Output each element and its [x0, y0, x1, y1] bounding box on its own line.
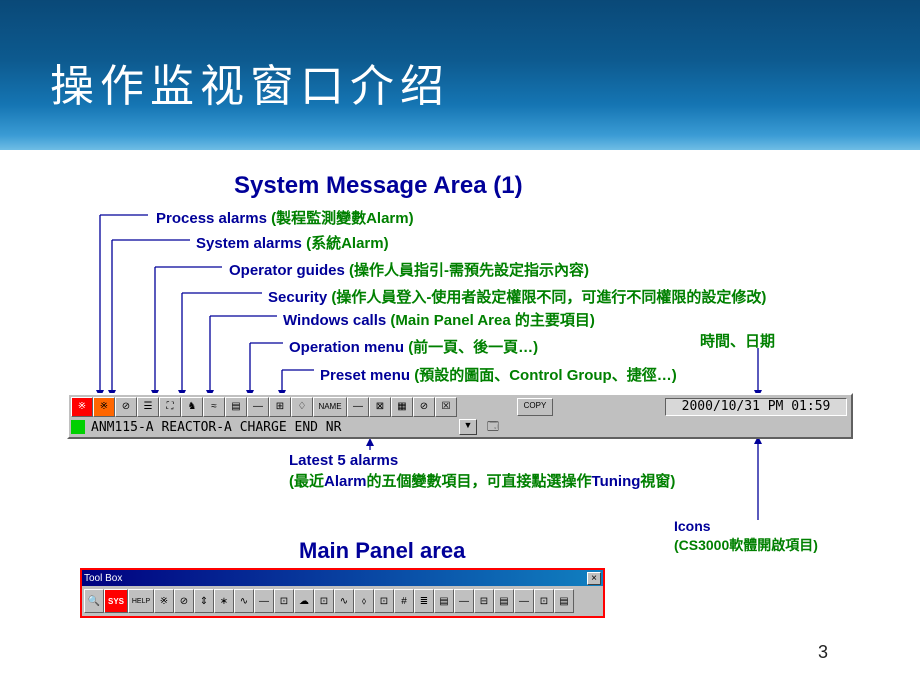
toolbar-icon[interactable]: ☒: [435, 397, 457, 417]
toolbar-icon[interactable]: —: [347, 397, 369, 417]
alarm-dropdown-button[interactable]: ▼: [459, 419, 477, 435]
toolbar-icon[interactable]: ⊘: [413, 397, 435, 417]
alarm-text: ANM115-A REACTOR-A CHARGE END NR: [89, 420, 439, 435]
toolbox-icon[interactable]: ∿: [334, 589, 354, 613]
toolbar-icon-row: ※ ※ ⊘ ☰ ⛶ ♞ ≈ ▤ — ⊞ ♢ NAME — ⊠ ▦ ⊘ ☒ COP…: [69, 395, 851, 417]
toolbox-icon[interactable]: ※: [154, 589, 174, 613]
toolbar-icon[interactable]: ⊠: [369, 397, 391, 417]
section-title-system-message: System Message Area (1): [234, 172, 523, 200]
alarm-status-light: [71, 420, 85, 434]
toolbox-icon[interactable]: ∿: [234, 589, 254, 613]
system-message-toolbar: ※ ※ ⊘ ☰ ⛶ ♞ ≈ ▤ — ⊞ ♢ NAME — ⊠ ▦ ⊘ ☒ COP…: [67, 393, 853, 439]
callout-operator-guides: Operator guides (操作人員指引-需預先設定指示內容): [229, 259, 589, 280]
toolbox-icon[interactable]: ▤: [494, 589, 514, 613]
callout-preset-menu: Preset menu (預設的圖面、Control Group、捷徑…): [320, 364, 677, 385]
toolbox-icon[interactable]: ⊡: [274, 589, 294, 613]
callout-operation-menu: Operation menu (前一頁、後一頁…): [289, 336, 538, 357]
toolbox-icon[interactable]: ⊡: [314, 589, 334, 613]
page-number: 3: [818, 642, 828, 663]
callout-security: Security (操作人員登入-使用者設定權限不同，可進行不同權限的設定修改): [268, 286, 766, 307]
help-button[interactable]: HELP: [128, 589, 154, 613]
process-alarm-icon[interactable]: ※: [71, 397, 93, 417]
windows-calls-icon[interactable]: ⛶: [159, 397, 181, 417]
toolbox-titlebar[interactable]: Tool Box ×: [82, 570, 603, 586]
toolbox-icon[interactable]: ⊡: [534, 589, 554, 613]
operation-menu-icon[interactable]: —: [247, 397, 269, 417]
toolbox-icon[interactable]: #: [394, 589, 414, 613]
icons-note: Icons (CS3000軟體開啟項目): [674, 517, 818, 555]
close-button[interactable]: ×: [587, 572, 601, 585]
datetime-display: 2000/10/31 PM 01:59: [665, 398, 847, 416]
name-button[interactable]: NAME: [313, 397, 347, 417]
toolbar-icon[interactable]: ♞: [181, 397, 203, 417]
callout-windows-calls: Windows calls (Main Panel Area 的主要項目): [283, 309, 595, 330]
toolbox-title: Tool Box: [84, 573, 587, 584]
toolbox-icon[interactable]: ⊘: [174, 589, 194, 613]
slide-title: 操作监视窗口介绍: [50, 50, 920, 114]
toolbox-icon[interactable]: ▤: [554, 589, 574, 613]
latest-alarms-note: Latest 5 alarms (最近Alarm的五個變數項目，可直接點選操作T…: [289, 450, 675, 492]
slide-header: 操作监视窗口介绍: [0, 0, 920, 150]
operator-guide-icon[interactable]: ⊘: [115, 397, 137, 417]
toolbox-icon[interactable]: ≣: [414, 589, 434, 613]
callout-process-alarms: Process alarms (製程監測變數Alarm): [156, 207, 414, 228]
search-icon[interactable]: 🔍: [84, 589, 104, 613]
toolbox-icon[interactable]: ∗: [214, 589, 234, 613]
section-title-main-panel: Main Panel area: [299, 538, 465, 564]
toolbar-icon[interactable]: ♢: [291, 397, 313, 417]
launch-icon[interactable]: 🗔: [483, 419, 503, 435]
sys-button[interactable]: SYS: [104, 589, 128, 613]
toolbox-window: Tool Box × 🔍 SYS HELP ※ ⊘ ⇕ ∗ ∿ — ⊡ ☁ ⊡ …: [80, 568, 605, 618]
toolbox-icon[interactable]: ▤: [434, 589, 454, 613]
latest-alarm-row[interactable]: ANM115-A REACTOR-A CHARGE END NR ▼ 🗔: [69, 417, 851, 437]
toolbox-icon[interactable]: ⊟: [474, 589, 494, 613]
toolbox-icon[interactable]: —: [514, 589, 534, 613]
toolbox-icon[interactable]: ⇕: [194, 589, 214, 613]
toolbar-icon[interactable]: ▤: [225, 397, 247, 417]
system-alarm-icon[interactable]: ※: [93, 397, 115, 417]
toolbox-body: 🔍 SYS HELP ※ ⊘ ⇕ ∗ ∿ — ⊡ ☁ ⊡ ∿ ⬨ ⊡ # ≣ ▤…: [82, 586, 603, 616]
copy-button[interactable]: COPY: [517, 398, 553, 416]
toolbox-icon[interactable]: ⊡: [374, 589, 394, 613]
callout-datetime: 時間、日期: [700, 330, 775, 351]
toolbox-icon[interactable]: ☁: [294, 589, 314, 613]
preset-menu-icon[interactable]: ⊞: [269, 397, 291, 417]
toolbox-icon[interactable]: ⬨: [354, 589, 374, 613]
toolbar-icon[interactable]: ≈: [203, 397, 225, 417]
toolbox-icon[interactable]: —: [254, 589, 274, 613]
toolbar-icon[interactable]: ▦: [391, 397, 413, 417]
callout-system-alarms: System alarms (系統Alarm): [196, 232, 389, 253]
toolbox-icon[interactable]: —: [454, 589, 474, 613]
security-icon[interactable]: ☰: [137, 397, 159, 417]
